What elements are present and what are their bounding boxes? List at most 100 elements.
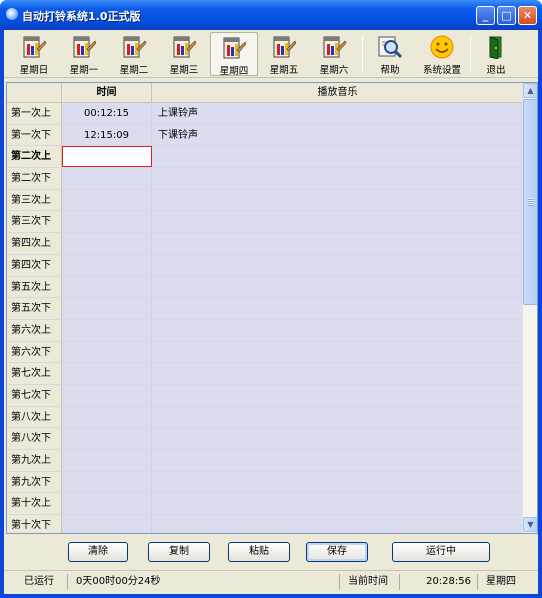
music-cell[interactable] <box>152 189 523 211</box>
row-header[interactable]: 第八次下 <box>7 428 62 449</box>
table-row[interactable]: 第十次上 <box>7 493 523 516</box>
row-header[interactable]: 第四次下 <box>7 254 62 276</box>
music-cell[interactable] <box>152 493 523 515</box>
row-header[interactable]: 第十次下 <box>7 515 62 533</box>
row-header[interactable]: 第三次上 <box>7 189 62 211</box>
table-row[interactable]: 第三次上 <box>7 189 523 212</box>
table-row[interactable]: 第八次下 <box>7 428 523 450</box>
music-cell[interactable] <box>152 168 523 189</box>
table-row[interactable]: 第八次上 <box>7 406 523 429</box>
tool-monday-button[interactable]: 星期一 <box>60 32 108 76</box>
column-header-time[interactable]: 时间 <box>62 83 152 103</box>
time-cell[interactable] <box>62 363 152 384</box>
close-button[interactable]: ✕ <box>518 6 537 25</box>
music-cell[interactable] <box>152 406 523 428</box>
time-cell[interactable] <box>62 428 152 449</box>
time-cell[interactable] <box>62 254 152 276</box>
time-cell[interactable] <box>62 471 152 493</box>
table-row[interactable]: 第四次上 <box>7 233 523 255</box>
music-cell[interactable]: 下课铃声 <box>152 124 523 146</box>
row-header[interactable]: 第四次上 <box>7 233 62 254</box>
table-row[interactable]: 第四次下 <box>7 254 523 277</box>
row-header[interactable]: 第九次下 <box>7 471 62 493</box>
row-header[interactable]: 第六次下 <box>7 341 62 363</box>
time-cell[interactable] <box>62 189 152 211</box>
tool-thursday-button[interactable]: 星期四 <box>210 32 258 77</box>
time-cell[interactable]: 00:12:15 <box>62 103 152 124</box>
music-cell[interactable] <box>152 450 523 471</box>
tool-tuesday-button[interactable]: 星期二 <box>110 32 158 76</box>
row-header[interactable]: 第七次上 <box>7 363 62 384</box>
scroll-up-icon[interactable]: ▲ <box>523 83 537 98</box>
table-row[interactable]: 第二次下 <box>7 168 523 190</box>
time-cell[interactable] <box>62 276 152 298</box>
clear-button[interactable]: 清除 <box>68 542 128 562</box>
table-row[interactable]: 第五次下 <box>7 298 523 320</box>
table-row[interactable]: 第十次下 <box>7 515 523 533</box>
title-bar[interactable]: 自动打铃系统1.0正式版 _ □ ✕ <box>0 0 542 30</box>
time-cell[interactable] <box>62 493 152 515</box>
music-cell[interactable] <box>152 428 523 449</box>
row-header[interactable]: 第五次上 <box>7 276 62 298</box>
vertical-scrollbar[interactable]: ▲ ▼ <box>522 83 537 533</box>
tool-sunday-button[interactable]: 星期日 <box>10 32 58 76</box>
row-header[interactable]: 第六次上 <box>7 319 62 341</box>
save-button[interactable]: 保存 <box>306 542 368 562</box>
table-row[interactable]: 第一次上 00:12:15 上课铃声 <box>7 103 523 125</box>
music-cell[interactable] <box>152 341 523 363</box>
music-cell[interactable] <box>152 146 523 168</box>
time-cell[interactable] <box>62 515 152 533</box>
table-row[interactable]: 第七次上 <box>7 363 523 385</box>
time-cell[interactable] <box>62 341 152 363</box>
time-cell[interactable] <box>62 298 152 319</box>
time-cell[interactable] <box>62 406 152 428</box>
time-cell[interactable] <box>62 233 152 254</box>
row-header[interactable]: 第十次上 <box>7 493 62 515</box>
music-cell[interactable] <box>152 319 523 341</box>
tool-help-button[interactable]: 帮助 <box>366 32 414 76</box>
row-header[interactable]: 第一次上 <box>7 103 62 124</box>
table-row[interactable]: 第三次下 <box>7 211 523 234</box>
time-cell[interactable] <box>62 211 152 233</box>
time-cell[interactable] <box>62 319 152 341</box>
music-cell[interactable] <box>152 276 523 298</box>
maximize-button[interactable]: □ <box>497 6 516 25</box>
time-cell[interactable] <box>62 384 152 406</box>
music-cell[interactable] <box>152 254 523 276</box>
row-header[interactable]: 第二次下 <box>7 168 62 189</box>
music-cell[interactable] <box>152 515 523 533</box>
paste-button[interactable]: 粘贴 <box>228 542 290 562</box>
table-row[interactable]: 第九次下 <box>7 471 523 494</box>
music-cell[interactable] <box>152 233 523 254</box>
row-header[interactable]: 第三次下 <box>7 211 62 233</box>
music-cell[interactable] <box>152 363 523 384</box>
minimize-button[interactable]: _ <box>476 6 495 25</box>
tool-friday-button[interactable]: 星期五 <box>260 32 308 76</box>
music-cell[interactable] <box>152 471 523 493</box>
row-header[interactable]: 第八次上 <box>7 406 62 428</box>
row-header[interactable]: 第五次下 <box>7 298 62 319</box>
column-header-music[interactable]: 播放音乐 <box>152 83 523 103</box>
music-cell[interactable] <box>152 298 523 319</box>
row-header[interactable]: 第一次下 <box>7 124 62 146</box>
row-header[interactable]: 第九次上 <box>7 450 62 471</box>
time-cell[interactable]: 12:15:09 <box>62 124 152 146</box>
table-row[interactable]: 第六次下 <box>7 341 523 364</box>
table-row[interactable]: 第二次上 <box>7 146 523 169</box>
table-row[interactable]: 第一次下 12:15:09 下课铃声 <box>7 124 523 147</box>
music-cell[interactable] <box>152 384 523 406</box>
row-header[interactable]: 第七次下 <box>7 384 62 406</box>
table-row[interactable]: 第五次上 <box>7 276 523 299</box>
table-row[interactable]: 第六次上 <box>7 319 523 342</box>
copy-button[interactable]: 复制 <box>148 542 210 562</box>
scroll-thumb[interactable] <box>523 99 537 305</box>
time-cell[interactable] <box>62 146 152 168</box>
scroll-down-icon[interactable]: ▼ <box>523 517 537 532</box>
music-cell[interactable] <box>152 211 523 233</box>
tool-saturday-button[interactable]: 星期六 <box>310 32 358 76</box>
table-row[interactable]: 第七次下 <box>7 384 523 407</box>
time-cell[interactable] <box>62 450 152 471</box>
tool-wednesday-button[interactable]: 星期三 <box>160 32 208 76</box>
music-cell[interactable]: 上课铃声 <box>152 103 523 124</box>
time-cell[interactable] <box>62 168 152 189</box>
